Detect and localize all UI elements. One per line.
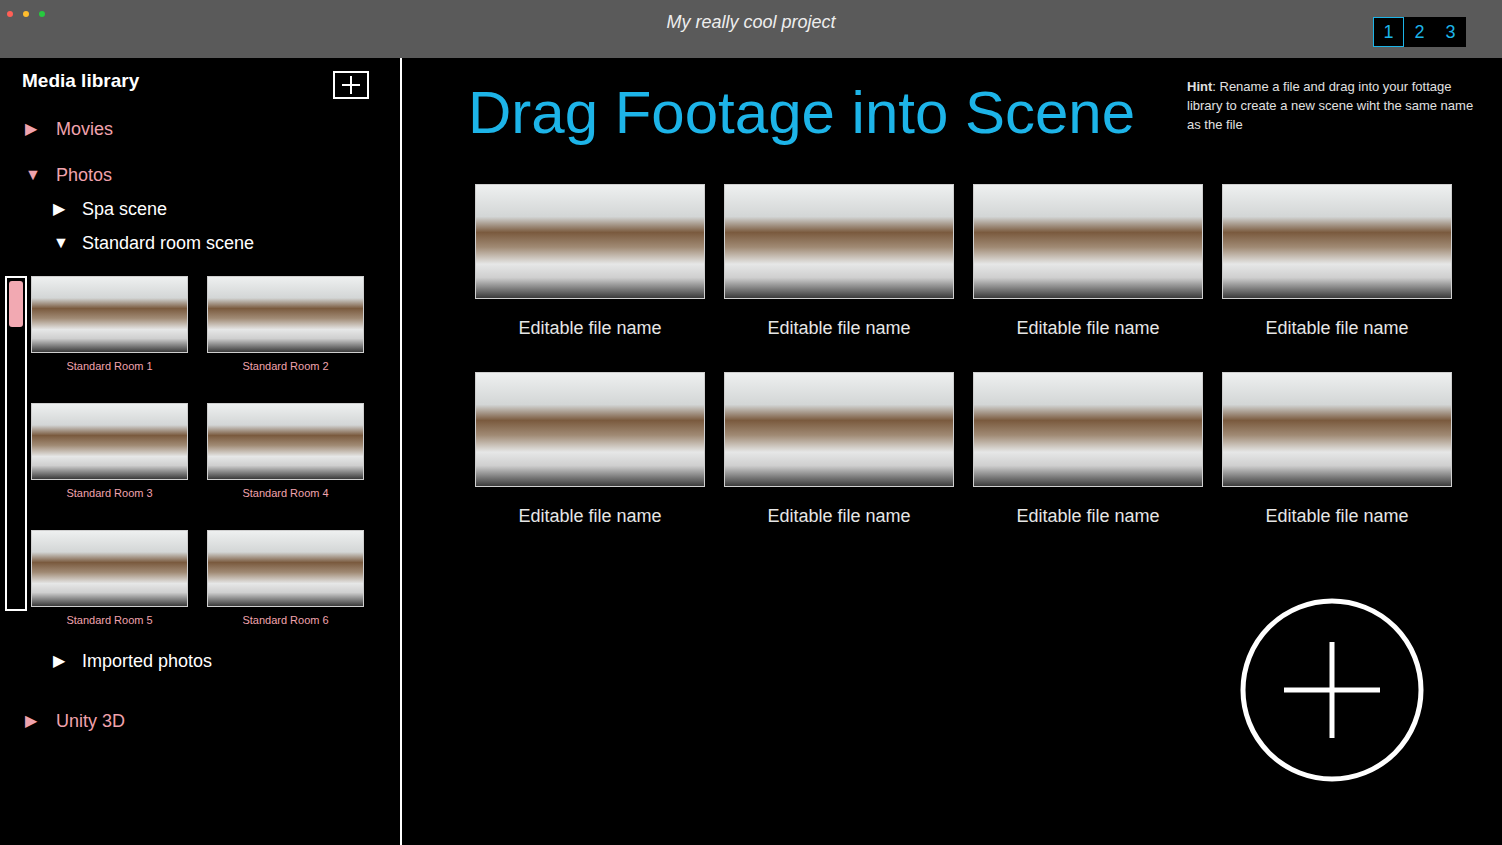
editable-file-name[interactable]: Editable file name xyxy=(1265,505,1408,527)
window-controls xyxy=(0,0,200,17)
expand-arrow[interactable]: ▶ xyxy=(53,199,82,219)
expand-arrow[interactable]: ▶ xyxy=(53,651,82,671)
scene-tile[interactable]: Editable file name xyxy=(1222,184,1452,339)
scene-heading: Drag Footage into Scene xyxy=(468,78,1135,148)
thumbnail-caption: Standard Room 1 xyxy=(66,359,152,373)
tree-item-label: Unity 3D xyxy=(56,710,125,732)
tree-item[interactable]: ▶Imported photos xyxy=(0,645,400,677)
tree-children: ▶Spa scene▼Standard room sceneStandard R… xyxy=(0,191,400,691)
collapse-arrow[interactable]: ▼ xyxy=(53,233,82,253)
workspace: Media library▶Movies▼Photos▶Spa scene▼St… xyxy=(0,58,1502,845)
thumbnail-caption: Standard Room 3 xyxy=(66,486,152,500)
scene-tile-image[interactable] xyxy=(475,372,705,487)
scene-tile-image[interactable] xyxy=(1222,372,1452,487)
title-bar: My really cool project 123 xyxy=(0,0,1502,58)
thumbnail-caption: Standard Room 2 xyxy=(242,359,328,373)
scene-tile-image[interactable] xyxy=(973,184,1203,299)
thumbnail[interactable]: Standard Room 6 xyxy=(207,530,364,627)
tree-item[interactable]: ▶Movies xyxy=(0,113,400,145)
scene-tile[interactable]: Editable file name xyxy=(973,184,1203,339)
media-library-header: Media library xyxy=(0,58,400,99)
window-control-button[interactable] xyxy=(23,11,29,17)
page-tabs: 123 xyxy=(1373,17,1466,47)
thumbnail-image[interactable] xyxy=(31,530,188,607)
thumbnail-image[interactable] xyxy=(207,403,364,480)
page-tab[interactable]: 2 xyxy=(1404,17,1435,47)
editable-file-name[interactable]: Editable file name xyxy=(518,505,661,527)
page-switcher: 123 xyxy=(1302,0,1502,47)
expand-arrow[interactable]: ▶ xyxy=(25,119,56,139)
hint-body: : Rename a file and drag into your fotta… xyxy=(1187,79,1473,132)
thumbnail-browser: Standard Room 1 Standard Room 2 Standard R… xyxy=(0,276,400,627)
thumbnail-caption: Standard Room 5 xyxy=(66,613,152,627)
editable-file-name[interactable]: Editable file name xyxy=(1016,505,1159,527)
plus-circle-icon xyxy=(1240,598,1424,782)
scene-tile-image[interactable] xyxy=(475,184,705,299)
scene-tile-grid: Editable file name Editable file name Edit… xyxy=(402,184,1502,527)
editable-file-name[interactable]: Editable file name xyxy=(767,505,910,527)
thumbnail[interactable]: Standard Room 5 xyxy=(31,530,188,627)
thumbnail-caption: Standard Room 6 xyxy=(242,613,328,627)
tree-item-label: Spa scene xyxy=(82,198,167,220)
window-control-button[interactable] xyxy=(7,11,13,17)
scene-tile[interactable]: Editable file name xyxy=(475,184,705,339)
tree-item[interactable]: ▶Unity 3D xyxy=(0,705,400,737)
scene-tile-image[interactable] xyxy=(1222,184,1452,299)
tree-item-label: Standard room scene xyxy=(82,232,254,254)
page-tab[interactable]: 3 xyxy=(1435,17,1466,47)
scene-tile-image[interactable] xyxy=(724,184,954,299)
add-media-button[interactable] xyxy=(333,71,369,99)
media-library-panel: Media library▶Movies▼Photos▶Spa scene▼St… xyxy=(0,58,402,845)
tree-item-label: Imported photos xyxy=(82,650,212,672)
editable-file-name[interactable]: Editable file name xyxy=(1016,317,1159,339)
scene-tile-image[interactable] xyxy=(724,372,954,487)
editable-file-name[interactable]: Editable file name xyxy=(767,317,910,339)
app-window: My really cool project123Media library▶M… xyxy=(0,0,1502,845)
tree-item-label: Movies xyxy=(56,118,113,140)
hint-label: Hint xyxy=(1187,79,1212,94)
window-control-button[interactable] xyxy=(39,11,45,17)
tree-item[interactable]: ▶Spa scene xyxy=(0,193,400,225)
scrollbar-thumb[interactable] xyxy=(9,281,23,327)
editable-file-name[interactable]: Editable file name xyxy=(1265,317,1408,339)
scene-tile[interactable]: Editable file name xyxy=(1222,372,1452,527)
window-title: My really cool project xyxy=(200,0,1302,33)
thumbnail-caption: Standard Room 4 xyxy=(242,486,328,500)
media-tree: ▶Movies▼Photos▶Spa scene▼Standard room s… xyxy=(0,99,400,737)
tree-item[interactable]: ▼Standard room scene xyxy=(0,227,400,259)
thumbnail[interactable]: Standard Room 2 xyxy=(207,276,364,373)
scene-panel: Drag Footage into Scene Hint: Rename a fi… xyxy=(402,58,1502,845)
thumbnail[interactable]: Standard Room 3 xyxy=(31,403,188,500)
add-scene-button[interactable] xyxy=(1240,598,1424,782)
thumbnail-image[interactable] xyxy=(207,530,364,607)
thumbnail-grid: Standard Room 1 Standard Room 2 Standard R… xyxy=(31,276,364,627)
scene-tile[interactable]: Editable file name xyxy=(475,372,705,527)
scene-tile-image[interactable] xyxy=(973,372,1203,487)
thumbnail-image[interactable] xyxy=(31,403,188,480)
thumbnail-image[interactable] xyxy=(31,276,188,353)
scene-header: Drag Footage into Scene Hint: Rename a fi… xyxy=(402,58,1502,148)
page-tab[interactable]: 1 xyxy=(1373,17,1404,47)
thumbnail[interactable]: Standard Room 1 xyxy=(31,276,188,373)
editable-file-name[interactable]: Editable file name xyxy=(518,317,661,339)
tree-item-label: Photos xyxy=(56,164,112,186)
thumbnail-image[interactable] xyxy=(207,276,364,353)
scene-tile[interactable]: Editable file name xyxy=(973,372,1203,527)
scene-tile[interactable]: Editable file name xyxy=(724,372,954,527)
collapse-arrow[interactable]: ▼ xyxy=(25,165,56,185)
thumbnail[interactable]: Standard Room 4 xyxy=(207,403,364,500)
tree-item[interactable]: ▼Photos xyxy=(0,159,400,191)
expand-arrow[interactable]: ▶ xyxy=(25,711,56,731)
scene-tile[interactable]: Editable file name xyxy=(724,184,954,339)
plus-icon xyxy=(341,75,361,95)
scrollbar-track[interactable] xyxy=(5,276,27,611)
hint-text: Hint: Rename a file and drag into your f… xyxy=(1187,77,1482,134)
media-library-title: Media library xyxy=(22,70,139,92)
